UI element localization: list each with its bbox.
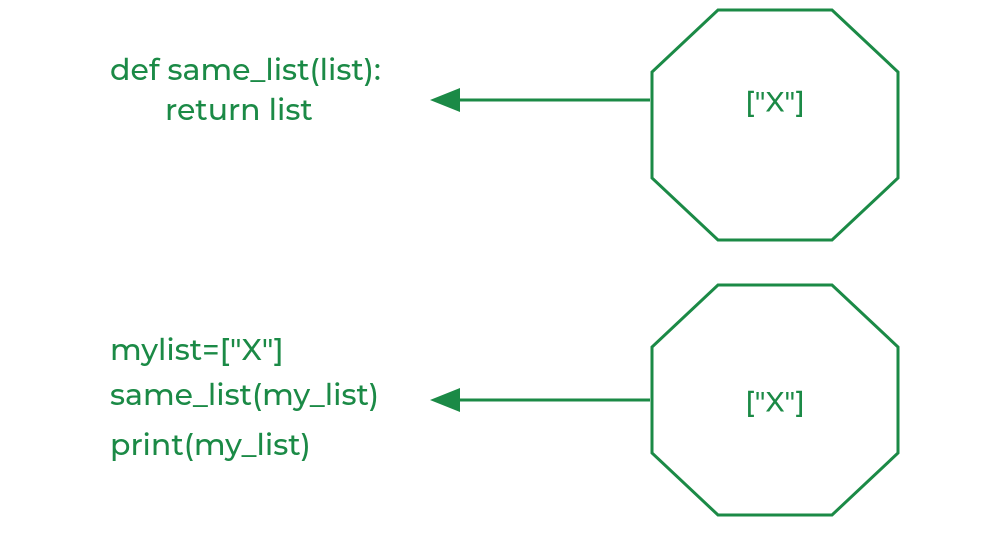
bottom-code-line1: mylist=["X"]	[110, 331, 284, 368]
top-octagon-shape	[652, 10, 898, 240]
bottom-code-line2: same_list(my_list)	[110, 376, 379, 413]
bottom-code-line3: print(my_list)	[110, 426, 311, 463]
bottom-arrow-head	[430, 388, 460, 412]
top-group: def same_list(list): return list ["X"]	[110, 10, 898, 240]
top-code-line1: def same_list(list):	[110, 51, 381, 88]
top-node-label: ["X"]	[745, 85, 805, 119]
top-code-line2: return list	[165, 91, 313, 128]
top-octagon-node: ["X"]	[652, 10, 898, 240]
top-arrow-head	[430, 88, 460, 112]
bottom-octagon-node: ["X"]	[652, 285, 898, 515]
bottom-node-label: ["X"]	[745, 385, 805, 419]
bottom-group: mylist=["X"] same_list(my_list) print(my…	[110, 285, 898, 515]
bottom-arrow	[430, 388, 650, 412]
top-arrow	[430, 88, 650, 112]
diagram-canvas: def same_list(list): return list ["X"] m…	[0, 0, 1000, 540]
